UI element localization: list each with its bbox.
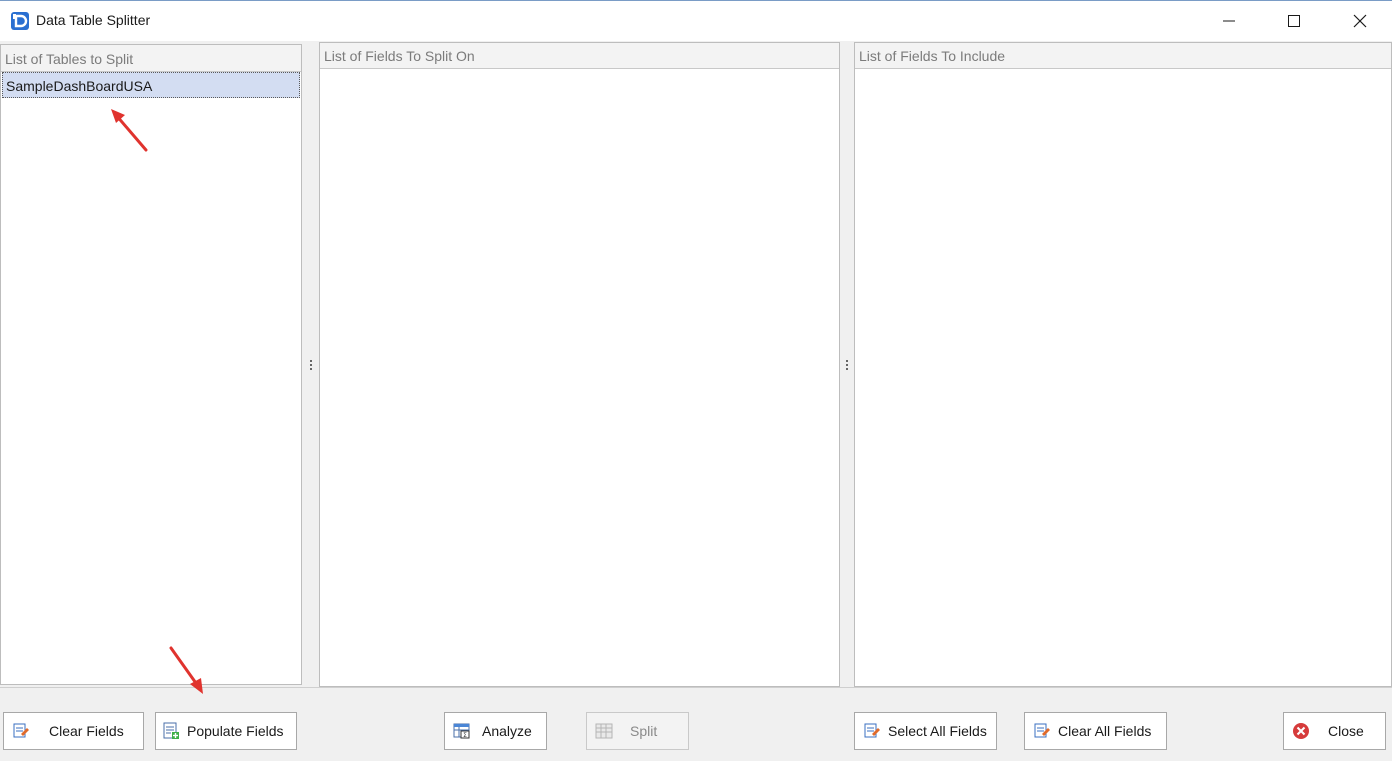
tables-list[interactable]: SampleDashBoardUSA bbox=[1, 72, 301, 684]
select-all-fields-label: Select All Fields bbox=[888, 723, 987, 739]
data-table-splitter-window: Data Table Splitter List of Tables to Sp… bbox=[0, 0, 1392, 761]
select-all-icon bbox=[864, 723, 880, 738]
split-table-icon bbox=[595, 723, 613, 739]
clear-all-fields-label: Clear All Fields bbox=[1058, 723, 1152, 739]
annotation-arrow-populate bbox=[169, 646, 203, 694]
analyze-table-icon: Σ bbox=[453, 723, 470, 739]
close-circle-icon bbox=[1293, 723, 1309, 739]
app-logo-icon bbox=[11, 12, 29, 30]
close-icon bbox=[1353, 14, 1367, 28]
svg-text:Σ: Σ bbox=[463, 732, 467, 739]
split-fields-header: List of Fields To Split On bbox=[320, 43, 839, 69]
split-fields-list[interactable] bbox=[320, 69, 839, 686]
include-fields-list[interactable] bbox=[855, 69, 1391, 686]
panel-splitter-right[interactable] bbox=[846, 360, 849, 370]
maximize-button[interactable] bbox=[1262, 1, 1326, 41]
close-window-button[interactable] bbox=[1328, 1, 1392, 41]
include-fields-header: List of Fields To Include bbox=[855, 43, 1391, 69]
minimize-icon bbox=[1223, 20, 1235, 22]
maximize-icon bbox=[1288, 15, 1300, 27]
split-button[interactable]: Split bbox=[586, 712, 689, 750]
panel-splitter-left[interactable] bbox=[310, 360, 313, 370]
close-button[interactable]: Close bbox=[1283, 712, 1386, 750]
split-fields-panel: List of Fields To Split On bbox=[319, 42, 840, 687]
minimize-button[interactable] bbox=[1197, 1, 1261, 41]
tables-list-header: List of Tables to Split bbox=[1, 45, 301, 72]
populate-fields-label: Populate Fields bbox=[187, 723, 284, 739]
analyze-label: Analyze bbox=[482, 723, 532, 739]
table-list-item[interactable]: SampleDashBoardUSA bbox=[2, 72, 300, 98]
title-bar: Data Table Splitter bbox=[0, 1, 1392, 41]
window-title: Data Table Splitter bbox=[36, 12, 151, 28]
clear-fields-button[interactable]: Clear Fields bbox=[3, 712, 144, 750]
analyze-button[interactable]: Σ Analyze bbox=[444, 712, 547, 750]
clear-fields-icon bbox=[13, 723, 29, 738]
clear-all-fields-button[interactable]: Clear All Fields bbox=[1024, 712, 1167, 750]
close-label: Close bbox=[1328, 723, 1364, 739]
annotation-arrow-table bbox=[111, 109, 148, 152]
clear-all-icon bbox=[1034, 723, 1050, 738]
select-all-fields-button[interactable]: Select All Fields bbox=[854, 712, 997, 750]
clear-fields-label: Clear Fields bbox=[49, 723, 124, 739]
include-fields-panel: List of Fields To Include bbox=[854, 42, 1392, 687]
populate-fields-icon bbox=[163, 722, 179, 739]
split-label: Split bbox=[630, 723, 658, 739]
populate-fields-button[interactable]: Populate Fields bbox=[155, 712, 297, 750]
